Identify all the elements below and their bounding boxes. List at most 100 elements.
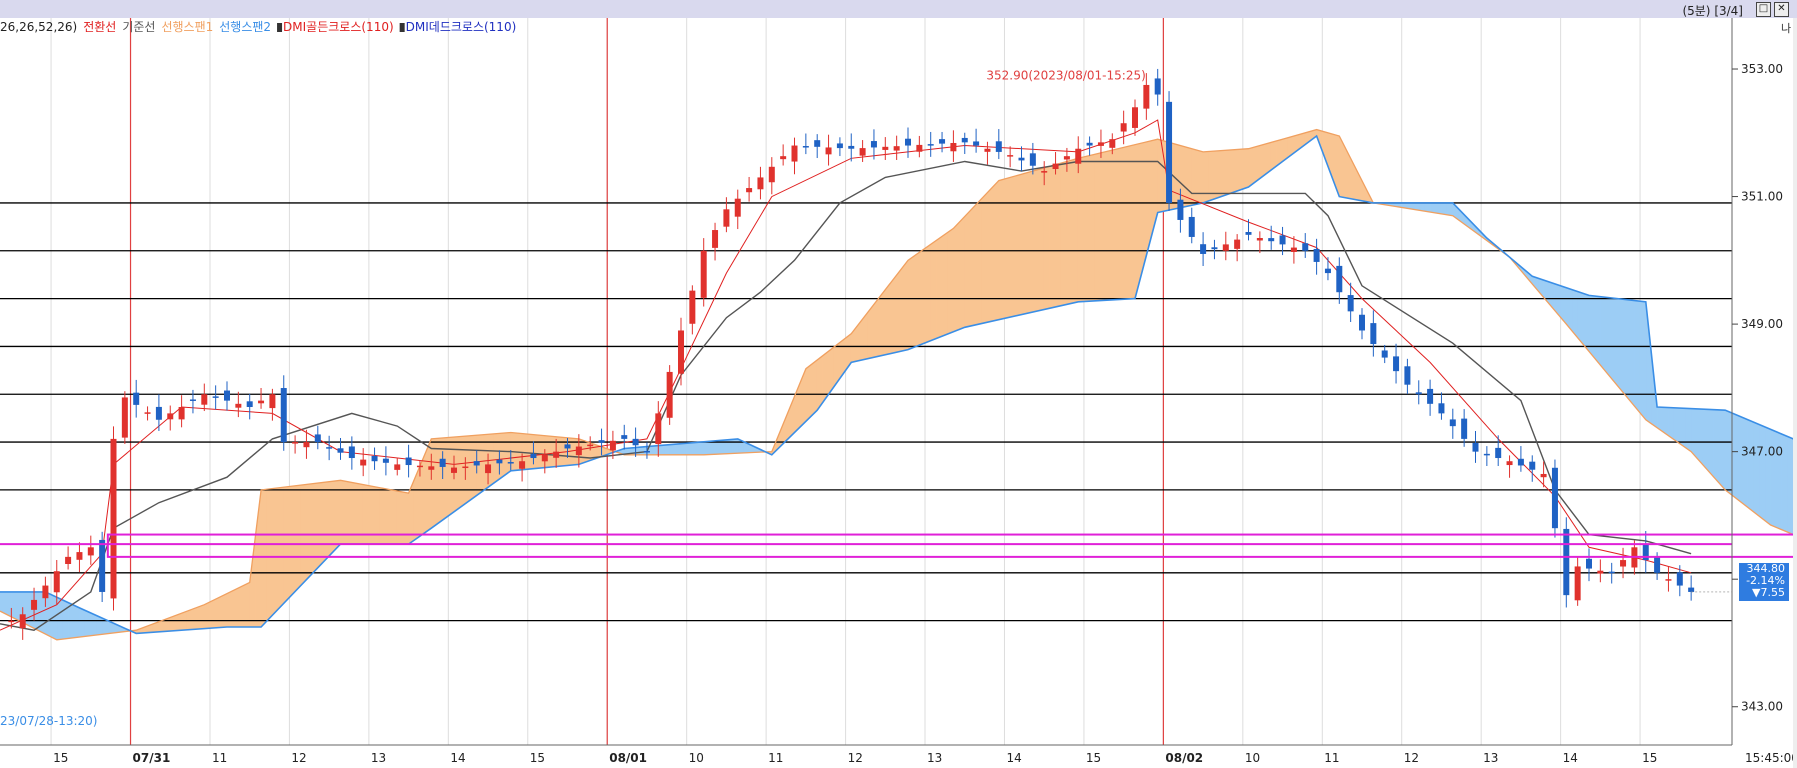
candle-body bbox=[1302, 243, 1309, 251]
side-tab-label[interactable]: 나 bbox=[1781, 20, 1791, 36]
candle-body bbox=[1688, 587, 1695, 592]
cloud-segment bbox=[1174, 143, 1181, 210]
cloud-segment bbox=[584, 440, 591, 463]
x-tick-label: 14 bbox=[1563, 751, 1578, 765]
candle-body bbox=[1551, 467, 1558, 529]
cloud-segment bbox=[1219, 150, 1227, 198]
cloud-segment bbox=[1236, 148, 1244, 192]
candle-body bbox=[1154, 78, 1161, 95]
cloud-segment bbox=[453, 436, 460, 513]
candle-body bbox=[905, 138, 911, 146]
legend-item: 전환선 bbox=[83, 20, 116, 34]
cloud-segment bbox=[1112, 148, 1119, 301]
cloud-segment bbox=[1202, 151, 1210, 204]
candle-body bbox=[689, 290, 696, 324]
candle-body bbox=[791, 145, 798, 162]
candle-body bbox=[1665, 579, 1672, 581]
candle-body bbox=[882, 146, 889, 150]
candle-body bbox=[768, 166, 775, 183]
cloud-segment bbox=[499, 432, 506, 480]
x-tick-label: 13 bbox=[371, 751, 386, 765]
cloud-segment bbox=[1713, 409, 1720, 485]
cloud-segment bbox=[33, 591, 41, 632]
candle-body bbox=[1654, 557, 1661, 573]
candle-body bbox=[553, 451, 560, 458]
legend-item: 26,26,52,26) bbox=[0, 20, 77, 34]
candle-body bbox=[1245, 231, 1252, 235]
cloud-segment bbox=[1021, 172, 1028, 315]
candle-body bbox=[416, 465, 423, 468]
cloud-segment bbox=[1094, 152, 1102, 302]
cloud-segment bbox=[1100, 151, 1107, 301]
candle-body bbox=[1177, 199, 1184, 220]
cloud-segment bbox=[226, 590, 233, 628]
candle-body bbox=[451, 467, 457, 473]
cloud-segment bbox=[1673, 407, 1681, 445]
cloud-segment bbox=[867, 303, 875, 359]
candle-body bbox=[655, 413, 662, 445]
cloud-segment bbox=[1429, 202, 1437, 214]
ichimoku-candlestick-chart[interactable]: 15 07/31 11 12 13 14 15 08/01 10 11 12 13 14 15 08/02 1… bbox=[0, 0, 1797, 768]
cloud-segment bbox=[260, 488, 268, 628]
cloud-segment bbox=[0, 591, 6, 615]
cloud-segment bbox=[1662, 406, 1669, 437]
cloud-segment bbox=[1645, 301, 1652, 425]
cloud-segment bbox=[266, 488, 273, 622]
cloud-segment bbox=[192, 606, 199, 630]
candle-body bbox=[1574, 566, 1581, 601]
cloud-segment bbox=[1634, 300, 1641, 414]
candle-body bbox=[1563, 528, 1570, 596]
cloud-segment bbox=[436, 437, 443, 525]
candle-body bbox=[632, 438, 639, 446]
cloud-segment bbox=[981, 191, 988, 324]
candle-body bbox=[1097, 142, 1104, 146]
x-tick-label: 11 bbox=[1324, 751, 1339, 765]
candle-body bbox=[893, 146, 900, 151]
cloud-segment bbox=[884, 281, 892, 356]
cloud-segment bbox=[987, 185, 994, 323]
cloud-segment bbox=[459, 435, 466, 509]
cloud-segment bbox=[1446, 202, 1454, 217]
candle-body bbox=[133, 392, 140, 405]
cloud-segment bbox=[1180, 145, 1187, 209]
cloud-segment bbox=[1049, 164, 1056, 309]
candle-body bbox=[519, 461, 526, 469]
candle-body bbox=[1483, 453, 1490, 456]
cloud-segment bbox=[799, 368, 807, 428]
candle-body bbox=[939, 139, 946, 144]
candle-body bbox=[1086, 142, 1093, 146]
cloud-segment bbox=[680, 442, 687, 456]
cloud-segment bbox=[1214, 150, 1221, 200]
candle-body bbox=[1472, 442, 1479, 452]
cloud-segment bbox=[5, 591, 12, 618]
x-tick-label: 12 bbox=[848, 751, 863, 765]
candle-body bbox=[961, 137, 968, 143]
cloud-segment bbox=[1321, 130, 1329, 167]
candle-body bbox=[1290, 247, 1297, 252]
cloud-segment bbox=[1253, 145, 1261, 184]
x-tick-label: 10 bbox=[1245, 751, 1260, 765]
candle-body bbox=[462, 466, 469, 469]
candle-body bbox=[575, 446, 582, 456]
candle-body bbox=[1461, 418, 1468, 439]
cloud-segment bbox=[289, 485, 296, 599]
cloud-segment bbox=[442, 437, 449, 521]
grid-layer bbox=[50, 18, 1641, 745]
cloud-segment bbox=[1231, 149, 1238, 194]
candle-body bbox=[848, 145, 855, 149]
candle-body bbox=[1427, 388, 1434, 404]
candle-body bbox=[121, 397, 128, 438]
cloud-segment bbox=[1707, 409, 1715, 478]
x-tick-label: 14 bbox=[1006, 751, 1021, 765]
cloud-segment bbox=[896, 266, 903, 353]
candle-body bbox=[1506, 461, 1513, 466]
candle-body bbox=[1586, 558, 1592, 569]
candle-body bbox=[1234, 239, 1241, 249]
cloud-segment bbox=[890, 274, 897, 354]
candle-body bbox=[1029, 153, 1036, 166]
cloud-segment bbox=[1259, 143, 1266, 180]
candle-body bbox=[1166, 101, 1173, 203]
cloud-segment bbox=[28, 591, 35, 629]
cloud-segment bbox=[1191, 148, 1198, 206]
cloud-segment bbox=[1225, 149, 1232, 196]
